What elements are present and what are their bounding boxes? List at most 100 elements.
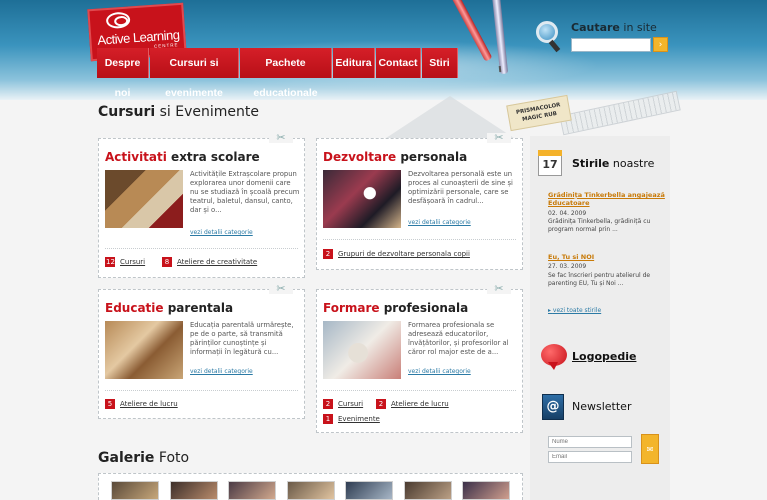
category-title[interactable]: Educatie parentala (105, 301, 233, 315)
all-news-link[interactable]: ▸ vezi toate stirile (548, 307, 601, 314)
search-title-bold: Cautare (571, 21, 620, 34)
scissors-icon: ✂ (487, 132, 511, 143)
tag-count: 2 (323, 399, 333, 409)
all-news-label: vezi toate stirile (552, 307, 602, 314)
logopedie-label: Logopedie (572, 350, 637, 363)
tag-ateliere-lucru[interactable]: 5 Ateliere de lucru (105, 399, 178, 409)
newsletter-submit-button[interactable]: ✉ (641, 434, 659, 464)
newsletter-title: Newsletter (572, 400, 632, 413)
gallery-title: Galerie Foto (98, 450, 189, 466)
gallery-title-bold: Galerie (98, 450, 155, 466)
gallery-thumbnail[interactable] (345, 481, 393, 500)
logopedie-link[interactable]: Logopedie (572, 350, 636, 363)
speech-bubble-tail-icon (548, 362, 558, 370)
newsletter-at-icon: @ (542, 394, 564, 420)
nav-pachete-educationale[interactable]: Pachete educationale (240, 48, 332, 99)
nav-stiri[interactable]: Stiri (422, 48, 458, 78)
page-title-rest: si Evenimente (155, 104, 259, 120)
category-thumbnail[interactable] (105, 170, 183, 228)
gallery-thumbnail[interactable] (228, 481, 276, 500)
tag-count: 2 (376, 399, 386, 409)
scissors-icon: ✂ (487, 283, 511, 294)
category-box-activitati: ✂ Activitati extra scolare Activitățile … (98, 132, 305, 278)
tag-label: Ateliere de lucru (391, 400, 449, 408)
news-item-text: Grădinița Tinkerbella, grădiniță cu prog… (548, 218, 651, 233)
category-details-link[interactable]: vezi detalii categorie (190, 368, 253, 375)
gallery-thumbnail[interactable] (287, 481, 335, 500)
gallery-thumbnail[interactable] (170, 481, 218, 500)
category-title-red: Dezvoltare (323, 150, 397, 164)
news-section-title: Stirile noastre (572, 157, 654, 170)
tag-grupuri-dezvoltare[interactable]: 2 Grupuri de dezvoltare personala copii (323, 249, 470, 259)
search-title: Cautare in site (571, 21, 657, 34)
nav-despre-noi[interactable]: Despre noi (97, 48, 149, 99)
calendar-binding-decor (538, 150, 562, 156)
news-title-bold: Stirile (572, 157, 610, 170)
search-submit-button[interactable]: › (653, 37, 668, 52)
category-title[interactable]: Activitati extra scolare (105, 150, 260, 164)
page-title: Cursuri si Evenimente (98, 104, 259, 120)
category-box-formare: ✂ Formare profesionala Formarea profesio… (316, 283, 523, 433)
tag-ateliere-creativitate[interactable]: 8 Ateliere de creativitate (162, 257, 257, 267)
box-divider (323, 390, 516, 391)
news-item-date: 27. 03. 2009 (548, 263, 587, 270)
category-box-dezvoltare: ✂ Dezvoltare personala Dezvoltarea perso… (316, 132, 523, 270)
category-title-rest: parentala (163, 301, 234, 315)
news-item-title[interactable]: Grădinița Tinkerbella angajează Educatoa… (548, 191, 666, 207)
box-divider (323, 239, 516, 240)
gallery-thumbnail[interactable] (404, 481, 452, 500)
box-divider (105, 248, 298, 249)
gallery-thumbnail[interactable] (111, 481, 159, 500)
category-details-link[interactable]: vezi detalii categorie (190, 229, 253, 236)
category-title-red: Formare (323, 301, 380, 315)
scissors-icon: ✂ (269, 283, 293, 294)
newsletter-name-input[interactable] (548, 436, 632, 448)
category-thumbnail[interactable] (323, 321, 401, 379)
tag-count: 5 (105, 399, 115, 409)
category-title-red: Activitati (105, 150, 167, 164)
category-description: Educația parentală urmărește, pe de o pa… (190, 321, 294, 356)
category-title[interactable]: Formare profesionala (323, 301, 468, 315)
tag-label: Ateliere de lucru (120, 400, 178, 408)
category-title-rest: profesionala (379, 301, 469, 315)
news-title-rest: noastre (609, 157, 655, 170)
scissors-icon: ✂ (269, 132, 293, 143)
tag-label: Cursuri (120, 258, 146, 266)
tag-count: 12 (105, 257, 115, 267)
magnifier-icon (536, 21, 558, 43)
search-input[interactable] (571, 38, 651, 52)
category-title-rest: personala (396, 150, 468, 164)
tag-label: Grupuri de dezvoltare personala copii (338, 250, 470, 258)
search-title-rest: in site (619, 21, 657, 34)
tag-count: 8 (162, 257, 172, 267)
category-title-rest: extra scolare (166, 150, 260, 164)
nav-editura[interactable]: Editura (333, 48, 375, 78)
tag-cursuri[interactable]: 2 Cursuri (323, 399, 363, 409)
category-details-link[interactable]: vezi detalii categorie (408, 368, 471, 375)
nav-cursuri-evenimente[interactable]: Cursuri si evenimente (150, 48, 239, 99)
category-details-link[interactable]: vezi detalii categorie (408, 219, 471, 226)
newsletter-email-input[interactable] (548, 451, 632, 463)
category-description: Formarea profesionala se adresează educa… (408, 321, 509, 356)
tag-evenimente[interactable]: 1 Evenimente (323, 414, 380, 424)
gallery-thumbnail[interactable] (462, 481, 510, 500)
category-thumbnail[interactable] (323, 170, 401, 228)
news-item-date: 02. 04. 2009 (548, 210, 587, 217)
news-item-text: Se fac înscrieri pentru atelierul de par… (548, 272, 651, 287)
tag-cursuri[interactable]: 12 Cursuri (105, 257, 145, 267)
category-title[interactable]: Dezvoltare personala (323, 150, 467, 164)
tag-count: 1 (323, 414, 333, 424)
category-thumbnail[interactable] (105, 321, 183, 379)
tag-label: Ateliere de creativitate (177, 258, 258, 266)
page-title-bold: Cursuri (98, 104, 156, 120)
tag-ateliere-lucru[interactable]: 2 Ateliere de lucru (376, 399, 449, 409)
news-item-title[interactable]: Eu, Tu si NOI (548, 253, 594, 261)
tag-count: 2 (323, 249, 333, 259)
nav-contact[interactable]: Contact (376, 48, 421, 78)
category-description: Dezvoltarea personală este un proces al … (408, 170, 513, 205)
box-divider (105, 390, 298, 391)
category-description: Activitățile Extrașcolare propun explora… (190, 170, 300, 214)
gallery-title-rest: Foto (154, 450, 190, 466)
envelope-icon: ✉ (646, 445, 654, 454)
category-box-educatie: ✂ Educatie parentala Educația parentală … (98, 283, 305, 419)
